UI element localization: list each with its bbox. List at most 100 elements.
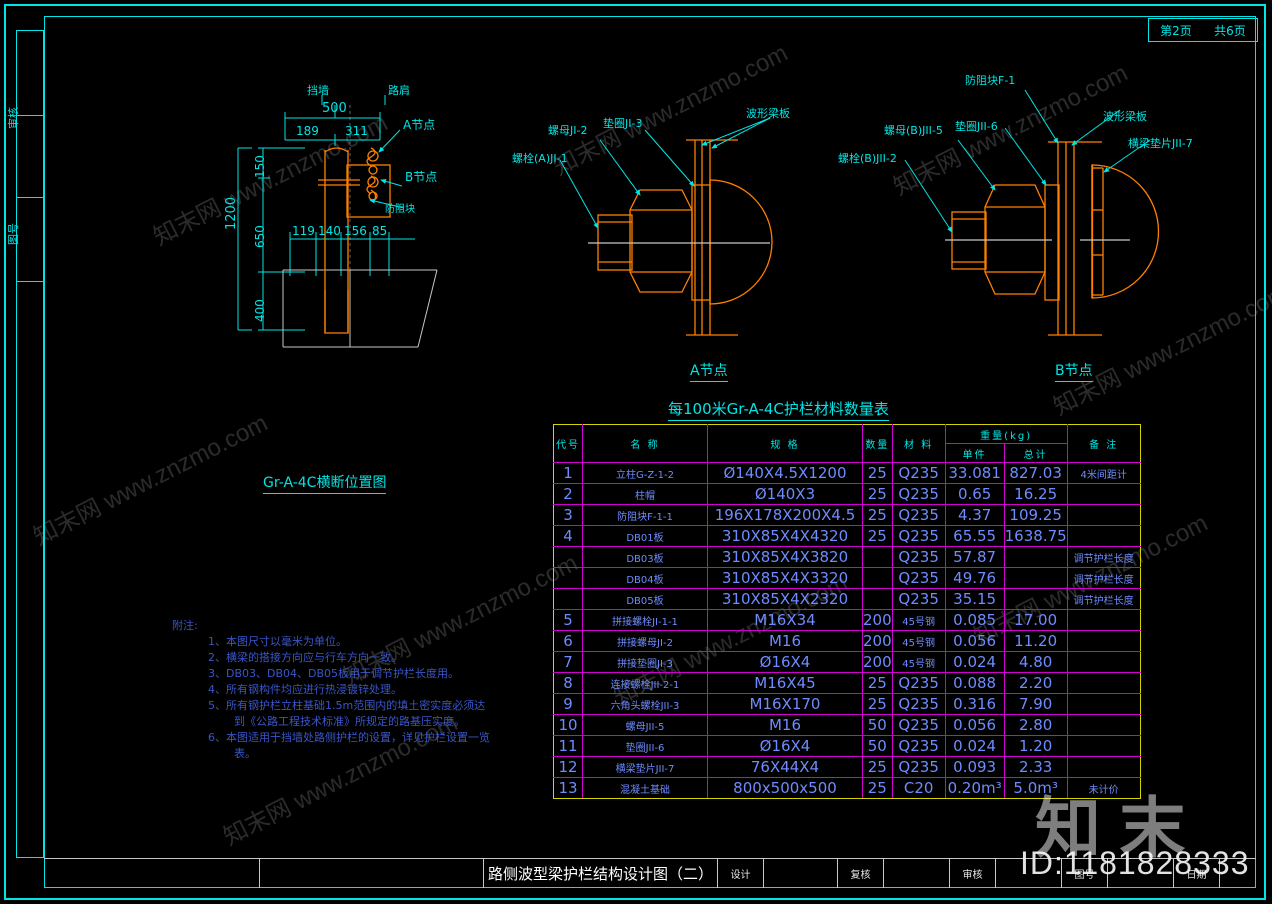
node-b-label-washer: 垫圈JII-6 [955,120,998,133]
cell-unit: 4.37 [944,504,1005,526]
cell-unit: 35.15 [944,588,1005,610]
tb-field-check: 复核 [838,859,884,888]
cell-code: 1 [553,462,583,484]
cell-unit: 0.088 [944,672,1005,694]
table-row: 12 横梁垫片JII-7 76X44X4 25 Q235 0.093 2.33 [553,756,1141,778]
tb-blank-1 [44,859,260,888]
cell-remark [1066,693,1141,715]
cell-code: 4 [553,525,583,547]
cell-name: 横梁垫片JII-7 [582,756,708,778]
tb-blank-2 [260,859,484,888]
cell-spec: 800x500x500 [707,777,863,799]
cell-qty: 200 [862,630,893,652]
dim-left-offset: 189 [296,124,319,138]
cell-material: Q235 [891,546,946,568]
dim-height-mid: 650 [253,225,267,248]
table-row: 8 连接螺栓JII-2-1 M16X45 25 Q235 0.088 2.20 [553,672,1141,694]
cell-spec: 310X85X4X2320 [707,588,863,610]
note-item: 4、所有钢构件均应进行热浸镀锌处理。 [208,683,402,696]
cell-material: Q235 [891,462,946,484]
side-cell-1 [17,115,45,197]
dim-height-total: 1200 [224,196,239,230]
cell-total: 11.20 [1003,630,1068,652]
cell-remark: 调节护栏长度 [1066,588,1141,610]
cell-code: 11 [553,735,583,757]
cell-unit: 0.024 [944,735,1005,757]
table-row: 11 垫圈JII-6 Ø16X4 50 Q235 0.024 1.20 [553,735,1141,757]
table-row: 5 拼接螺栓JI-1-1 M16X34 200 45号钢 0.085 17.00 [553,609,1141,631]
table-row: 2 柱帽 Ø140X3 25 Q235 0.65 16.25 [553,483,1141,505]
cell-code: 7 [553,651,583,673]
node-a-caption: A节点 [690,360,728,382]
node-b-caption: B节点 [1055,360,1093,382]
cell-qty: 50 [862,735,893,757]
cell-unit: 65.55 [944,525,1005,547]
table-row: 3 防阻块F-1-1 196X178X200X4.5 25 Q235 4.37 109.25 [553,504,1141,526]
cell-remark [1066,630,1141,652]
cell-qty [862,546,893,568]
cell-spec: Ø16X4 [707,651,863,673]
cell-name: 拼接垫圈JI-3 [582,651,708,673]
cell-unit: 0.093 [944,756,1005,778]
cell-total: 2.33 [1003,756,1068,778]
tb-value-date [1220,859,1256,888]
note-item: 1、本图尺寸以毫米为单位。 [208,635,347,648]
cell-code: 13 [553,777,583,799]
node-b-label-bolt: 螺栓(B)JII-2 [838,152,897,165]
table-row: 10 螺母JII-5 M16 50 Q235 0.056 2.80 [553,714,1141,736]
label-node-a-callout: A节点 [403,118,436,132]
cell-remark [1066,483,1141,505]
page-current: 第2页 [1160,23,1192,38]
dim-base-1: 119 [292,224,315,238]
th-qty: 数量 [862,424,893,463]
cell-spec: 310X85X4X4320 [707,525,863,547]
cell-spec: M16X170 [707,693,863,715]
cell-remark [1066,525,1141,547]
note-item: 5、所有钢护栏立柱基础1.5m范围内的填土密实度必须达 [208,699,486,712]
cell-code [553,567,583,589]
cell-name: DB01板 [582,525,708,547]
cell-name: 拼接螺母JI-2 [582,630,708,652]
cell-code [553,588,583,610]
th-code: 代号 [553,424,583,463]
cell-qty: 25 [862,672,893,694]
node-a-label-bolt: 螺栓(A)JI-1 [512,152,568,165]
materials-table-title: 每100米Gr-A-4C护栏材料数量表 [668,398,889,421]
note-item: 表。 [234,747,256,760]
cell-spec: 310X85X4X3320 [707,567,863,589]
cell-material: C20 [891,777,946,799]
cell-unit: 0.20m³ [944,777,1005,799]
node-a-label-nut: 螺母JI-2 [548,124,588,137]
dim-base-4: 85 [372,224,388,238]
section-view-caption: Gr-A-4C横断位置图 [263,472,387,494]
cell-name: 连接螺栓JII-2-1 [582,672,708,694]
cell-total [1003,567,1068,589]
cell-name: 垫圈JII-6 [582,735,708,757]
node-a-label-washer: 垫圈JI-3 [603,117,643,130]
node-a-label-beam: 波形梁板 [746,107,790,120]
cell-qty: 25 [862,504,893,526]
dim-right-offset: 311 [345,124,368,138]
sheet-side-column [16,30,45,858]
tb-field-drawing-no: 图号 [1062,859,1108,888]
note-item: 到《公路工程技术标准》所规定的路基压实度。 [234,715,465,728]
cell-material: Q235 [891,693,946,715]
tb-value-design [764,859,838,888]
cell-code: 3 [553,504,583,526]
cell-remark [1066,672,1141,694]
node-b-label-nut: 螺母(B)JII-5 [884,124,943,137]
cell-material: Q235 [891,504,946,526]
dim-overall-width: 500 [322,101,347,116]
th-weight-group: 重量(kg) [944,424,1068,444]
table-row: 1 立柱G-Z-1-2 Ø140X4.5X1200 25 Q235 33.081 827.0… [553,462,1141,484]
cell-qty [862,588,893,610]
cell-total: 5.0m³ [1003,777,1068,799]
cell-total [1003,588,1068,610]
cell-remark [1066,714,1141,736]
label-node-b-callout: B节点 [405,170,438,184]
th-material: 材 料 [891,424,946,463]
cell-spec: 76X44X4 [707,756,863,778]
label-retaining-wall: 挡墙 [307,84,329,97]
cell-name: 防阻块F-1-1 [582,504,708,526]
title-block: 路侧波型梁护栏结构设计图（二） 设计 复核 审核 图号 日期 [44,858,1256,888]
